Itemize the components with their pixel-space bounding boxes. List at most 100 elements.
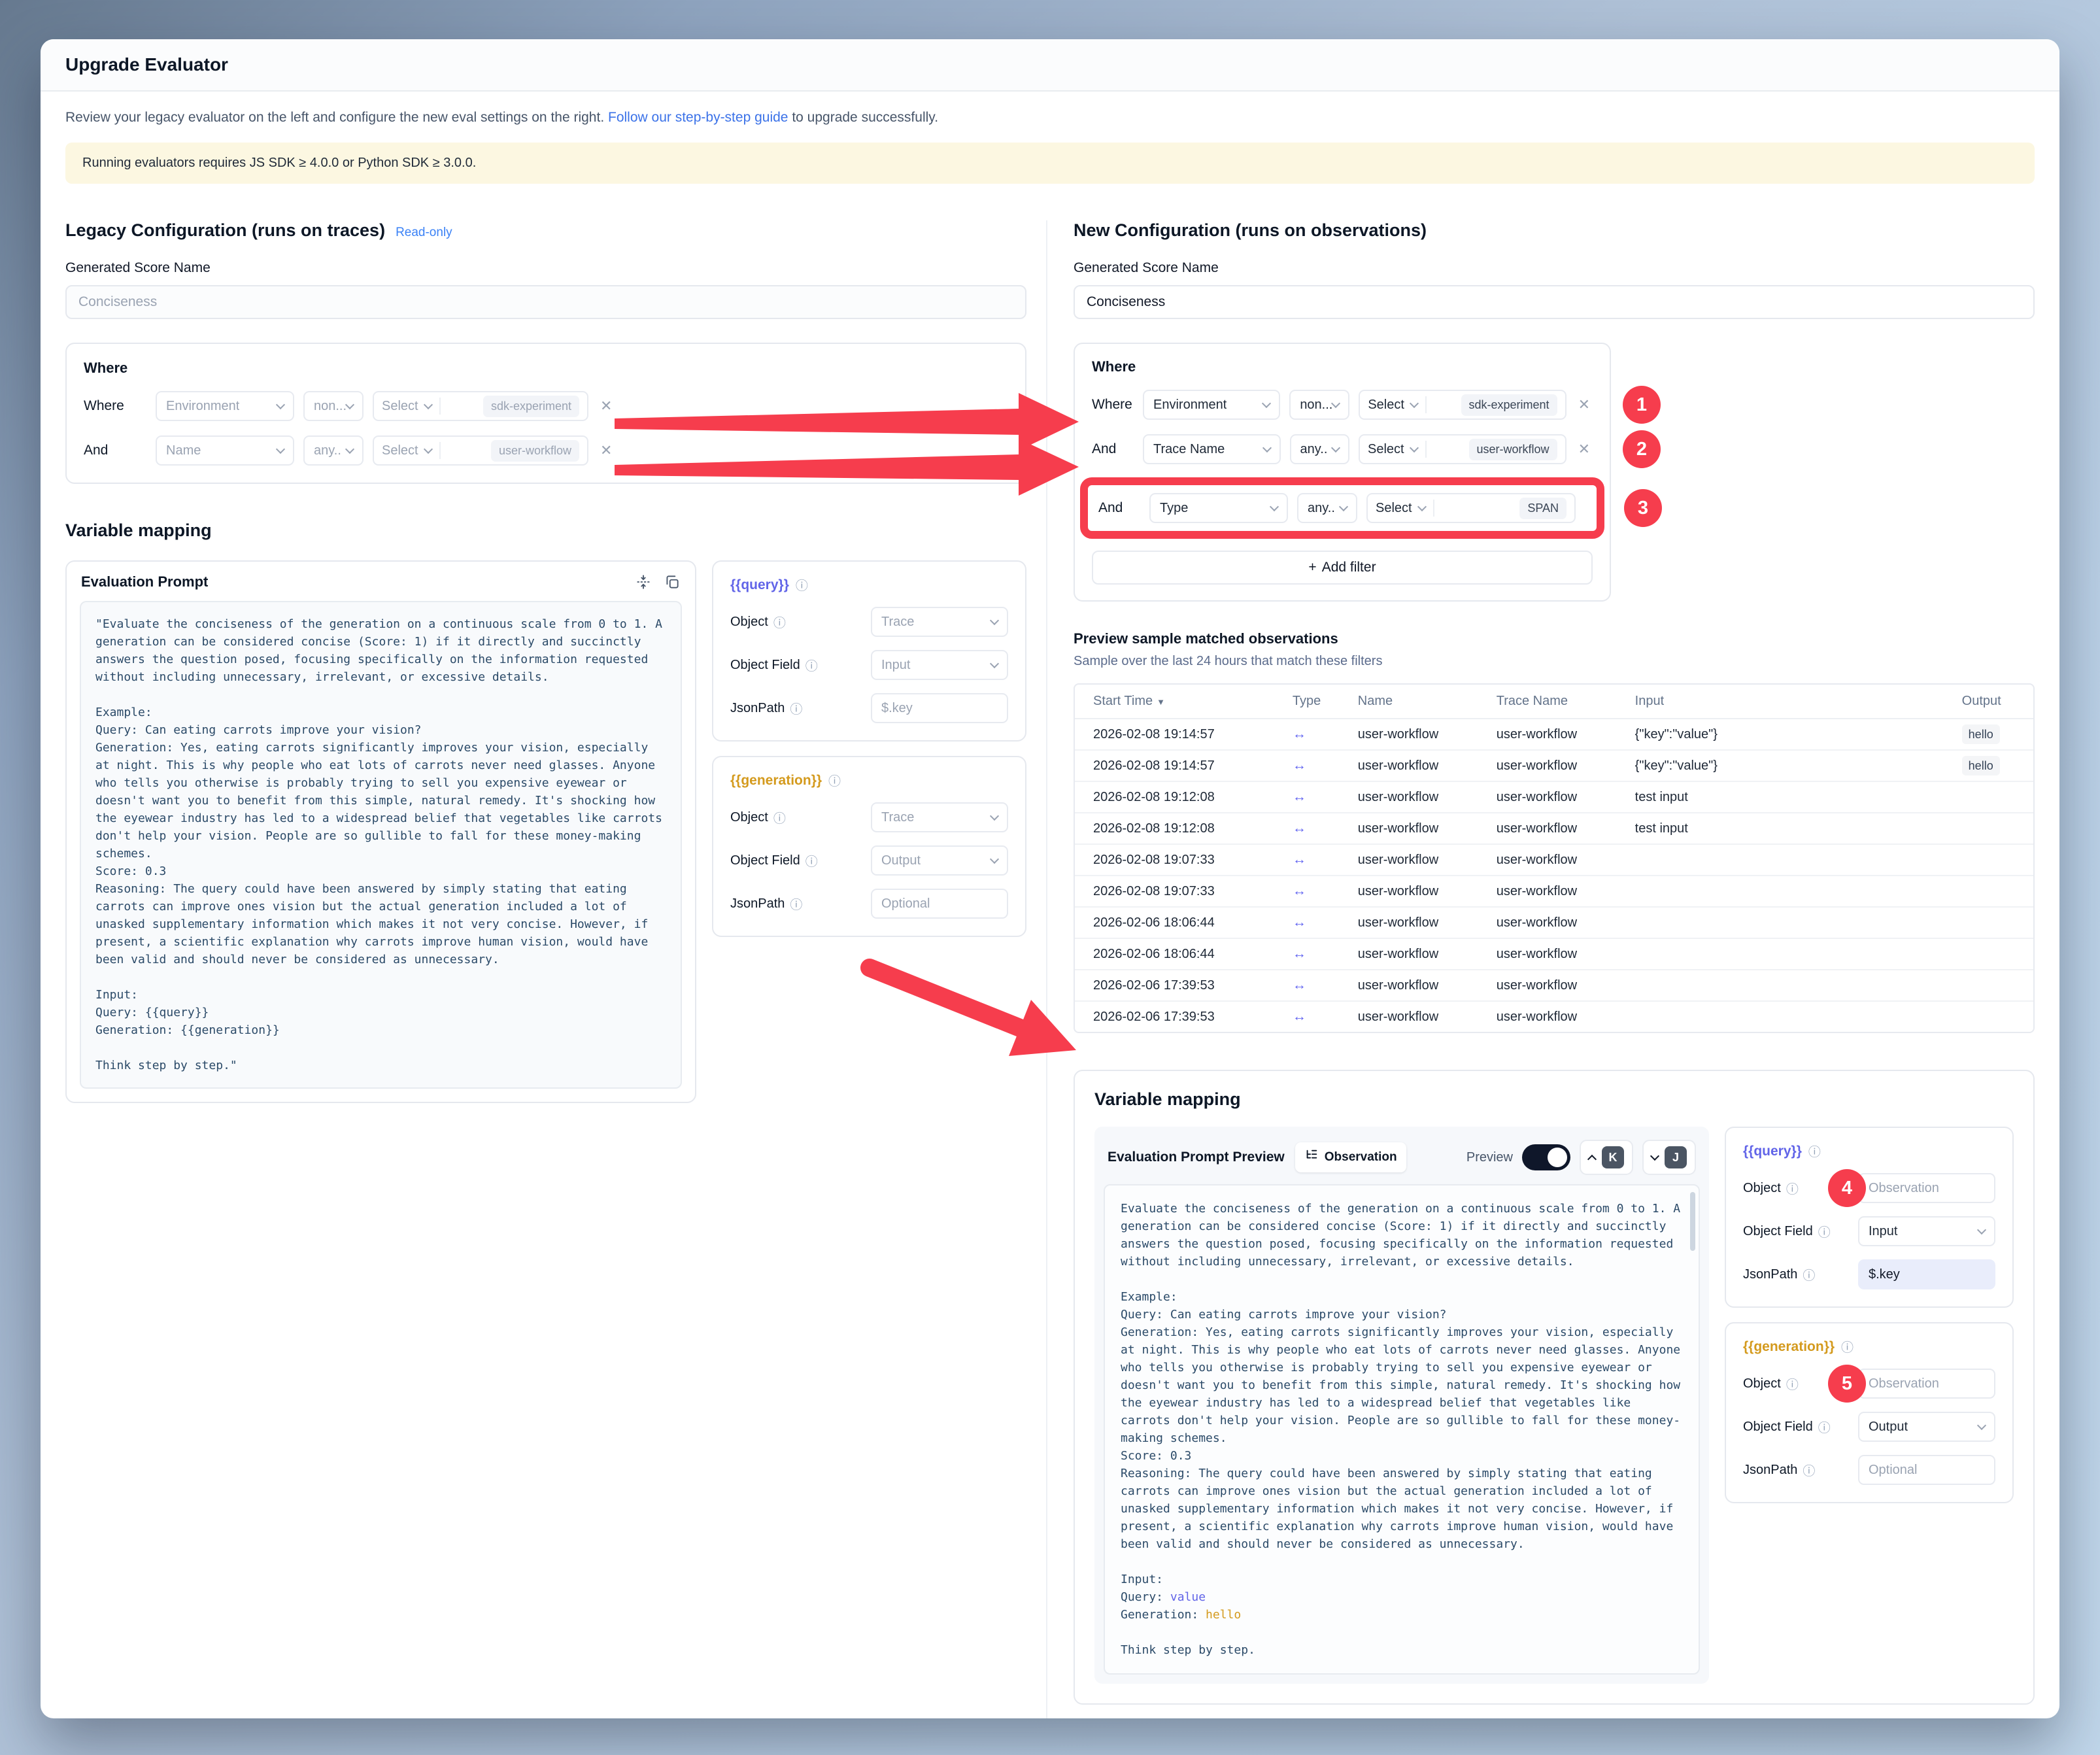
- chevron-down-icon: [1331, 443, 1340, 452]
- filter-operator-value: any..: [314, 443, 341, 458]
- list-tree-icon: [1304, 1148, 1319, 1167]
- new-score-name-input[interactable]: [1087, 294, 2022, 310]
- evaluation-prompt-card: Evaluation Prompt "Evaluate the concisen…: [65, 560, 696, 1103]
- table-row[interactable]: 2026-02-06 18:06:44↔user-workflowuser-wo…: [1075, 938, 2033, 970]
- chevron-down-icon: [345, 445, 354, 454]
- prompt-text: Evaluate the conciseness of the generati…: [1121, 1202, 1687, 1604]
- fold-vertical-icon[interactable]: [635, 573, 652, 590]
- table-row[interactable]: 2026-02-08 19:14:57↔user-workflowuser-wo…: [1075, 719, 2033, 750]
- table-row[interactable]: 2026-02-08 19:12:08↔user-workflowuser-wo…: [1075, 781, 2033, 813]
- table-row[interactable]: 2026-02-08 19:14:57↔user-workflowuser-wo…: [1075, 750, 2033, 781]
- new-filter-row-1: Where Environment non... Selectsdk-exper…: [1092, 390, 1593, 420]
- highlight-red-box: And Type any.. SelectSPAN 3: [1080, 477, 1604, 539]
- new-generation-field-select[interactable]: Output: [1858, 1412, 1995, 1442]
- legacy-mapping-column: {{query}}ⓘ Objectⓘ Trace Object Fieldⓘ I…: [712, 560, 1026, 937]
- read-only-badge: Read-only: [396, 226, 452, 240]
- info-icon: ⓘ: [1803, 1266, 1815, 1284]
- page-title: Upgrade Evaluator: [65, 54, 228, 75]
- jsonpath-input[interactable]: [1869, 1463, 1985, 1478]
- span-type-icon: ↔: [1293, 726, 1306, 741]
- jsonpath-label: JsonPath: [730, 701, 785, 716]
- field-value: Input: [1869, 1224, 1897, 1239]
- remove-filter-button[interactable]: ✕: [1576, 396, 1593, 413]
- copy-icon[interactable]: [664, 573, 681, 590]
- intro-before: Review your legacy evaluator on the left…: [65, 110, 608, 125]
- matched-observations-table: Start Time▼ Type Name Trace Name Input O…: [1074, 683, 2035, 1033]
- new-query-jsonpath-input[interactable]: [1858, 1259, 1995, 1289]
- table-row[interactable]: 2026-02-06 17:39:53↔user-workflowuser-wo…: [1075, 970, 2033, 1001]
- span-type-icon: ↔: [1293, 852, 1306, 867]
- object-field-label: Object Field: [730, 658, 800, 673]
- new-filter-operator-select[interactable]: non...: [1289, 390, 1349, 420]
- filter-value-chip: SPAN: [1519, 498, 1567, 519]
- info-icon: ⓘ: [773, 809, 786, 826]
- new-filter-value-select[interactable]: Selectuser-workflow: [1359, 434, 1567, 464]
- new-variable-mapping-card: Variable mapping Evaluation Prompt Previ…: [1074, 1070, 2035, 1705]
- info-icon: ⓘ: [1786, 1375, 1799, 1393]
- col-trace-name[interactable]: Trace Name: [1487, 685, 1626, 719]
- new-query-field-select[interactable]: Input: [1858, 1216, 1995, 1246]
- plus-icon: +: [1308, 560, 1316, 575]
- variable-name: {{generation}}: [730, 773, 822, 789]
- prev-variable-button[interactable]: K: [1580, 1140, 1633, 1175]
- output-chip: hello: [1962, 724, 2000, 744]
- preview-toggle-label: Preview: [1466, 1150, 1513, 1165]
- new-filter-value-select[interactable]: Selectsdk-experiment: [1359, 390, 1566, 420]
- variable-name: {{query}}: [730, 577, 789, 593]
- new-variable-mapping-title: Variable mapping: [1094, 1089, 2014, 1110]
- legacy-variable-mapping-title: Variable mapping: [65, 520, 1026, 541]
- legacy-generation-jsonpath-input: [871, 889, 1008, 919]
- new-filter-column-select[interactable]: Type: [1149, 493, 1288, 523]
- select-label: Select: [1368, 398, 1404, 413]
- col-start-time[interactable]: Start Time▼: [1075, 685, 1283, 719]
- field-value: Output: [1869, 1420, 1908, 1435]
- chevron-down-icon: [1977, 1225, 1986, 1235]
- object-label: Object: [1743, 1376, 1781, 1391]
- col-output[interactable]: Output: [1953, 685, 2033, 719]
- chevron-down-icon: [990, 616, 999, 625]
- col-input[interactable]: Input: [1626, 685, 1953, 719]
- preview-toggle[interactable]: [1522, 1144, 1570, 1170]
- new-filter-column-select[interactable]: Environment: [1143, 390, 1280, 420]
- chevron-down-icon: [1262, 399, 1271, 408]
- new-generation-jsonpath-input[interactable]: [1858, 1455, 1995, 1485]
- table-row[interactable]: 2026-02-08 19:12:08↔user-workflowuser-wo…: [1075, 813, 2033, 844]
- filter-value-chip: user-workflow: [1469, 439, 1557, 460]
- filter-prefix: And: [1098, 500, 1140, 516]
- table-row[interactable]: 2026-02-08 19:07:33↔user-workflowuser-wo…: [1075, 876, 2033, 907]
- add-filter-button[interactable]: +Add filter: [1092, 551, 1593, 585]
- where-title: Where: [1092, 358, 1593, 375]
- table-row[interactable]: 2026-02-06 18:06:44↔user-workflowuser-wo…: [1075, 907, 2033, 938]
- new-filter-operator-select[interactable]: any..: [1297, 493, 1357, 523]
- legacy-filter-column-select: Name: [156, 435, 294, 466]
- scrollbar-thumb[interactable]: [1690, 1192, 1695, 1251]
- filter-column-value: Environment: [166, 399, 239, 414]
- span-type-icon: ↔: [1293, 946, 1306, 961]
- col-type[interactable]: Type: [1283, 685, 1349, 719]
- col-name[interactable]: Name: [1349, 685, 1487, 719]
- new-configuration-panel: New Configuration (runs on observations)…: [1046, 220, 2035, 1718]
- object-label: Object: [730, 810, 768, 825]
- next-variable-button[interactable]: J: [1642, 1140, 1696, 1175]
- remove-filter-button: ✕: [598, 398, 615, 415]
- step-by-step-guide-link[interactable]: Follow our step-by-step guide: [608, 110, 788, 125]
- info-icon: ⓘ: [1818, 1223, 1831, 1240]
- observation-pill-label: Observation: [1325, 1150, 1397, 1165]
- filter-column-value: Trace Name: [1153, 442, 1225, 457]
- toggle-knob: [1548, 1148, 1567, 1167]
- new-filter-value-select[interactable]: SelectSPAN: [1366, 493, 1576, 523]
- observation-pill[interactable]: Observation: [1295, 1142, 1406, 1172]
- jsonpath-input[interactable]: [1869, 1267, 1985, 1282]
- chevron-down-icon: [424, 400, 433, 409]
- new-filter-column-select[interactable]: Trace Name: [1143, 434, 1281, 464]
- new-filter-operator-select[interactable]: any..: [1290, 434, 1350, 464]
- table-row[interactable]: 2026-02-06 17:39:53↔user-workflowuser-wo…: [1075, 1001, 2033, 1032]
- intro-text: Review your legacy evaluator on the left…: [65, 110, 2035, 126]
- remove-filter-button[interactable]: ✕: [1576, 441, 1593, 458]
- select-label: Select: [382, 399, 418, 414]
- table-row[interactable]: 2026-02-08 19:07:33↔user-workflowuser-wo…: [1075, 844, 2033, 876]
- chevron-down-icon: [276, 400, 285, 409]
- chevron-down-icon: [1417, 502, 1427, 511]
- generation-mapping-card: {{generation}}ⓘ Objectⓘ Trace Object Fie…: [712, 756, 1026, 937]
- annotation-badge-5: 5: [1828, 1365, 1866, 1403]
